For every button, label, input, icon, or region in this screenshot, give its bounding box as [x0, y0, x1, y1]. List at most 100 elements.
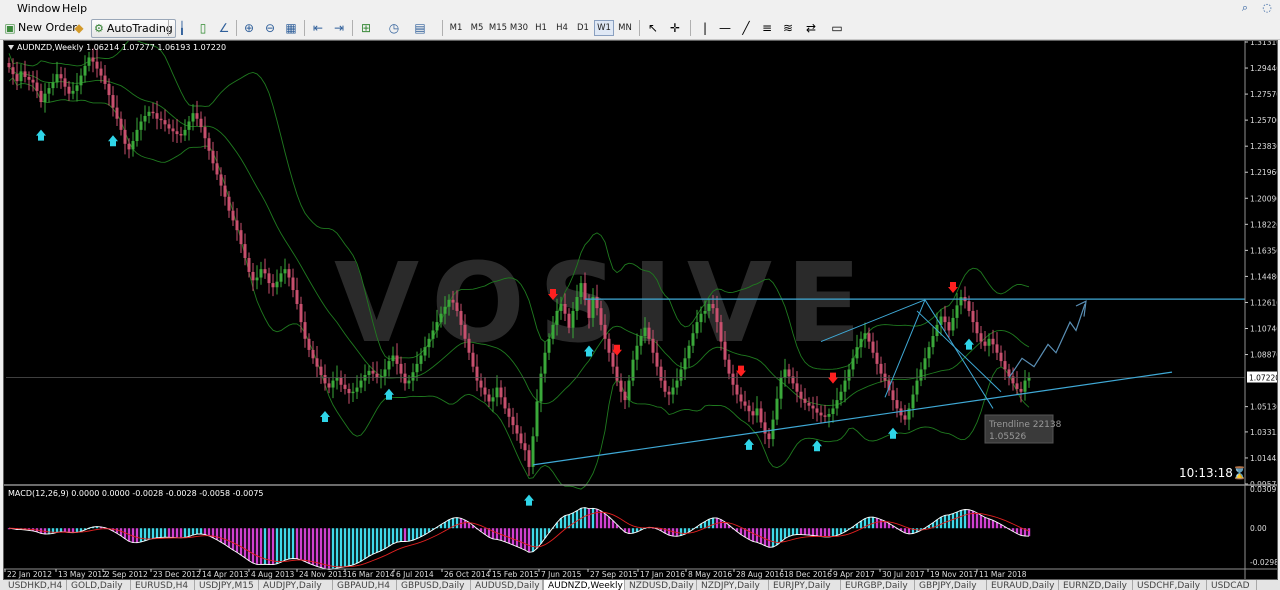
chart-tab[interactable]: AUDJPY,Daily	[259, 580, 333, 590]
candle-body	[983, 341, 987, 346]
chart-tab[interactable]: NZDUSD,Daily	[625, 580, 697, 590]
chart-tab[interactable]: EURNZD,Daily	[1059, 580, 1133, 590]
new-order-button[interactable]: New Order	[16, 19, 79, 36]
timeframe-w1[interactable]: W1	[594, 20, 614, 36]
candle-body	[679, 369, 683, 381]
menu-window[interactable]: Window	[17, 2, 60, 15]
timeframe-h1[interactable]: H1	[531, 20, 551, 36]
macd-histogram-bar	[415, 528, 419, 539]
time-tick-label: 7 Jun 2015	[541, 570, 582, 579]
chart-tab[interactable]: EURUSD,H4	[131, 580, 195, 590]
candle-body	[659, 366, 663, 381]
candle-body	[883, 373, 887, 381]
candle-body	[155, 113, 159, 119]
cursor-icon[interactable]: ↖	[645, 20, 661, 36]
price-tick-label: 1.12610	[1250, 298, 1277, 307]
timeframe-m15[interactable]: M15	[488, 20, 508, 36]
chart-tab[interactable]: USDHKD,H4	[4, 580, 67, 590]
candle-body	[779, 377, 783, 399]
candlestick-icon[interactable]: ▯	[195, 20, 211, 36]
timeframe-mn[interactable]: MN	[615, 20, 635, 36]
vertical-line-icon[interactable]: |	[697, 20, 713, 36]
autotrading-button[interactable]: ⚙ AutoTrading	[91, 19, 176, 38]
separator	[304, 20, 305, 36]
chart-tab[interactable]: USDCHF,Daily	[1133, 580, 1207, 590]
candle-body	[215, 163, 219, 175]
candle-body	[911, 394, 915, 409]
macd-histogram-bar	[799, 528, 803, 535]
trendline-icon[interactable]: ╱	[738, 20, 754, 36]
text-label-icon[interactable]: ▭	[829, 20, 845, 36]
candle-body	[1015, 383, 1019, 389]
candle-body	[499, 387, 503, 398]
candle-body	[759, 408, 763, 423]
channel-icon[interactable]: ≡	[759, 20, 775, 36]
crosshair-icon[interactable]: ✛	[667, 20, 683, 36]
menu-help[interactable]: Help	[62, 2, 87, 15]
chat-icon[interactable]: ◌	[1260, 1, 1274, 15]
chart-tab[interactable]: USDCAD	[1207, 580, 1257, 590]
timeframe-d1[interactable]: D1	[573, 20, 593, 36]
macd-histogram-bar	[171, 528, 175, 538]
chart-tab[interactable]: EURGBP,Daily	[841, 580, 915, 590]
candle-body	[715, 308, 719, 323]
search-icon[interactable]: ⌕	[1238, 1, 1252, 15]
timeframe-m30[interactable]: M30	[509, 20, 529, 36]
macd-histogram-bar	[307, 528, 311, 564]
zoom-in-icon[interactable]: ⊕	[241, 20, 257, 36]
chart-tab[interactable]: EURAUD,Daily	[987, 580, 1059, 590]
macd-histogram-bar	[227, 528, 231, 548]
candle-body	[131, 141, 135, 150]
candle-body	[687, 345, 691, 359]
timeframe-h4[interactable]: H4	[552, 20, 572, 36]
metaeditor-icon[interactable]: ◆	[71, 20, 87, 36]
chart-tab[interactable]: GBPJPY,Daily	[915, 580, 987, 590]
timeframe-m5[interactable]: M5	[467, 20, 487, 36]
fibonacci-icon[interactable]: ≋	[780, 20, 796, 36]
macd-histogram-bar	[807, 528, 811, 536]
macd-histogram-bar	[571, 512, 575, 529]
chart-tab[interactable]: GBPUSD,Daily	[397, 580, 471, 590]
line-chart-icon[interactable]: ∠	[216, 20, 232, 36]
autoscroll-icon[interactable]: ⇥	[331, 20, 347, 36]
chart-shift-icon[interactable]: ⇤	[310, 20, 326, 36]
chart-window[interactable]: VOSIVE Trendline 22138 1.05526 AUDNZD,Weekl…	[3, 21, 1280, 580]
macd-histogram-bar	[359, 528, 363, 562]
candle-body	[427, 338, 431, 348]
chart-tab[interactable]: AUDUSD,Daily	[471, 580, 543, 590]
horizontal-line-icon[interactable]: —	[717, 20, 733, 36]
candle-body	[27, 76, 31, 80]
macd-histogram-bar	[867, 517, 871, 529]
trendline-tooltip-value: 1.05526	[989, 432, 1026, 442]
indicators-icon[interactable]: ⊞	[358, 20, 374, 36]
tile-windows-icon[interactable]: ▦	[283, 20, 299, 36]
chart-tab[interactable]: AUDNZD,Weekly	[543, 580, 625, 590]
macd-histogram-bar	[763, 528, 767, 546]
periods-icon[interactable]: ◷	[386, 20, 402, 36]
candle-body	[307, 338, 311, 350]
candle-body	[719, 322, 723, 342]
arrows-icon[interactable]: ⇄	[803, 20, 819, 36]
separator	[236, 20, 237, 36]
chart-tab[interactable]: NZDJPY,Daily	[697, 580, 769, 590]
chart-canvas[interactable]: VOSIVETrendline 221381.05526AUDNZD,Weekl…	[4, 21, 1280, 579]
candle-body	[167, 124, 171, 129]
bar-chart-icon[interactable]: ╽	[174, 20, 190, 36]
macd-histogram-bar	[191, 528, 195, 535]
timeframe-m1[interactable]: M1	[446, 20, 466, 36]
zoom-out-icon[interactable]: ⊖	[262, 20, 278, 36]
chart-tab[interactable]: EURJPY,Daily	[769, 580, 841, 590]
candle-body	[491, 397, 495, 402]
chart-tab[interactable]: GOLD,Daily	[67, 580, 131, 590]
macd-histogram-bar	[831, 528, 835, 537]
macd-histogram-bar	[371, 528, 375, 555]
chart-tab[interactable]: USDJPY,M15	[195, 580, 259, 590]
time-tick-label: 8 May 2016	[688, 570, 732, 579]
templates-icon[interactable]: ▤	[412, 20, 428, 36]
chart-tab[interactable]: GBPAUD,H4	[333, 580, 397, 590]
macd-histogram-bar	[63, 528, 67, 532]
candle-body	[627, 380, 631, 401]
candle-body	[283, 269, 287, 274]
candle-body	[527, 450, 531, 467]
candle-body	[867, 333, 871, 342]
